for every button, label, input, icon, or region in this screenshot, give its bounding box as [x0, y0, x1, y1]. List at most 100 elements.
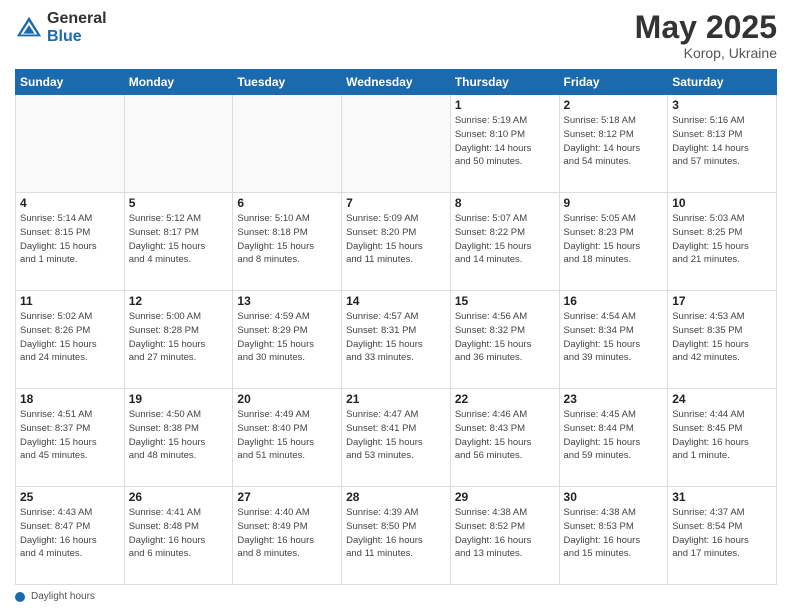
- day-info: Sunrise: 4:59 AM Sunset: 8:29 PM Dayligh…: [237, 310, 337, 365]
- day-info: Sunrise: 5:14 AM Sunset: 8:15 PM Dayligh…: [20, 212, 120, 267]
- col-thursday: Thursday: [450, 70, 559, 95]
- day-info: Sunrise: 5:16 AM Sunset: 8:13 PM Dayligh…: [672, 114, 772, 169]
- day-number: 15: [455, 294, 555, 308]
- logo-general-text: General: [47, 10, 107, 28]
- table-row: 27 Sunrise: 4:40 AM Sunset: 8:49 PM Dayli…: [233, 487, 342, 585]
- day-info: Sunrise: 5:12 AM Sunset: 8:17 PM Dayligh…: [129, 212, 229, 267]
- table-row: 1Sunrise: 5:19 AM Sunset: 8:10 PM Daylig…: [450, 95, 559, 193]
- day-info: Sunrise: 4:38 AM Sunset: 8:52 PM Dayligh…: [455, 506, 555, 561]
- calendar-header-row: Sunday Monday Tuesday Wednesday Thursday…: [16, 70, 777, 95]
- table-row: [16, 95, 125, 193]
- day-number: 24: [672, 392, 772, 406]
- day-info: Sunrise: 4:43 AM Sunset: 8:47 PM Dayligh…: [20, 506, 120, 561]
- day-number: 20: [237, 392, 337, 406]
- day-info: Sunrise: 4:51 AM Sunset: 8:37 PM Dayligh…: [20, 408, 120, 463]
- day-info: Sunrise: 4:40 AM Sunset: 8:49 PM Dayligh…: [237, 506, 337, 561]
- day-number: 5: [129, 196, 229, 210]
- footer-dot-icon: [15, 592, 25, 602]
- day-number: 22: [455, 392, 555, 406]
- footer-label: Daylight hours: [31, 591, 95, 602]
- day-info: Sunrise: 4:57 AM Sunset: 8:31 PM Dayligh…: [346, 310, 446, 365]
- calendar-title: May 2025: [635, 10, 777, 45]
- calendar-week-4: 18Sunrise: 4:51 AM Sunset: 8:37 PM Dayli…: [16, 389, 777, 487]
- table-row: 16 Sunrise: 4:54 AM Sunset: 8:34 PM Dayli…: [559, 291, 668, 389]
- calendar-week-3: 11Sunrise: 5:02 AM Sunset: 8:26 PM Dayli…: [16, 291, 777, 389]
- calendar-table: Sunday Monday Tuesday Wednesday Thursday…: [15, 69, 777, 585]
- day-number: 26: [129, 490, 229, 504]
- day-number: 3: [672, 98, 772, 112]
- logo-icon: [15, 14, 43, 42]
- day-number: 31: [672, 490, 772, 504]
- table-row: 7 Sunrise: 5:09 AM Sunset: 8:20 PM Daylig…: [342, 193, 451, 291]
- table-row: 20Sunrise: 4:49 AM Sunset: 8:40 PM Dayli…: [233, 389, 342, 487]
- calendar-location: Korop, Ukraine: [635, 45, 777, 61]
- day-number: 8: [455, 196, 555, 210]
- day-number: 14: [346, 294, 446, 308]
- table-row: 19Sunrise: 4:50 AM Sunset: 8:38 PM Dayli…: [124, 389, 233, 487]
- table-row: 10 Sunrise: 5:03 AM Sunset: 8:25 PM Dayli…: [668, 193, 777, 291]
- table-row: 28 Sunrise: 4:39 AM Sunset: 8:50 PM Dayli…: [342, 487, 451, 585]
- day-info: Sunrise: 4:53 AM Sunset: 8:35 PM Dayligh…: [672, 310, 772, 365]
- day-info: Sunrise: 4:45 AM Sunset: 8:44 PM Dayligh…: [564, 408, 664, 463]
- table-row: 22Sunrise: 4:46 AM Sunset: 8:43 PM Dayli…: [450, 389, 559, 487]
- day-info: Sunrise: 4:47 AM Sunset: 8:41 PM Dayligh…: [346, 408, 446, 463]
- table-row: [124, 95, 233, 193]
- table-row: 4 Sunrise: 5:14 AM Sunset: 8:15 PM Daylig…: [16, 193, 125, 291]
- day-number: 13: [237, 294, 337, 308]
- table-row: 15 Sunrise: 4:56 AM Sunset: 8:32 PM Dayli…: [450, 291, 559, 389]
- day-number: 29: [455, 490, 555, 504]
- logo-blue-text: Blue: [47, 28, 107, 46]
- day-number: 23: [564, 392, 664, 406]
- day-number: 16: [564, 294, 664, 308]
- day-number: 25: [20, 490, 120, 504]
- footer: Daylight hours: [15, 591, 777, 602]
- day-number: 7: [346, 196, 446, 210]
- day-info: Sunrise: 4:50 AM Sunset: 8:38 PM Dayligh…: [129, 408, 229, 463]
- col-sunday: Sunday: [16, 70, 125, 95]
- day-number: 9: [564, 196, 664, 210]
- day-number: 30: [564, 490, 664, 504]
- table-row: 5 Sunrise: 5:12 AM Sunset: 8:17 PM Daylig…: [124, 193, 233, 291]
- table-row: 8 Sunrise: 5:07 AM Sunset: 8:22 PM Daylig…: [450, 193, 559, 291]
- day-info: Sunrise: 5:09 AM Sunset: 8:20 PM Dayligh…: [346, 212, 446, 267]
- col-monday: Monday: [124, 70, 233, 95]
- day-number: 27: [237, 490, 337, 504]
- day-info: Sunrise: 5:03 AM Sunset: 8:25 PM Dayligh…: [672, 212, 772, 267]
- calendar-week-5: 25 Sunrise: 4:43 AM Sunset: 8:47 PM Dayli…: [16, 487, 777, 585]
- day-info: Sunrise: 4:39 AM Sunset: 8:50 PM Dayligh…: [346, 506, 446, 561]
- day-info: Sunrise: 4:41 AM Sunset: 8:48 PM Dayligh…: [129, 506, 229, 561]
- day-number: 1: [455, 98, 555, 112]
- day-number: 11: [20, 294, 120, 308]
- day-info: Sunrise: 5:10 AM Sunset: 8:18 PM Dayligh…: [237, 212, 337, 267]
- day-number: 12: [129, 294, 229, 308]
- table-row: [233, 95, 342, 193]
- day-info: Sunrise: 4:56 AM Sunset: 8:32 PM Dayligh…: [455, 310, 555, 365]
- day-info: Sunrise: 5:18 AM Sunset: 8:12 PM Dayligh…: [564, 114, 664, 169]
- table-row: 2 Sunrise: 5:18 AM Sunset: 8:12 PM Daylig…: [559, 95, 668, 193]
- logo: General Blue: [15, 10, 107, 45]
- day-info: Sunrise: 5:07 AM Sunset: 8:22 PM Dayligh…: [455, 212, 555, 267]
- table-row: 11Sunrise: 5:02 AM Sunset: 8:26 PM Dayli…: [16, 291, 125, 389]
- day-number: 10: [672, 196, 772, 210]
- table-row: 29 Sunrise: 4:38 AM Sunset: 8:52 PM Dayli…: [450, 487, 559, 585]
- table-row: 9Sunrise: 5:05 AM Sunset: 8:23 PM Daylig…: [559, 193, 668, 291]
- table-row: 31 Sunrise: 4:37 AM Sunset: 8:54 PM Dayli…: [668, 487, 777, 585]
- day-info: Sunrise: 5:00 AM Sunset: 8:28 PM Dayligh…: [129, 310, 229, 365]
- calendar-week-1: 1Sunrise: 5:19 AM Sunset: 8:10 PM Daylig…: [16, 95, 777, 193]
- page: General Blue May 2025 Korop, Ukraine Sun…: [0, 0, 792, 612]
- table-row: 21 Sunrise: 4:47 AM Sunset: 8:41 PM Dayli…: [342, 389, 451, 487]
- col-tuesday: Tuesday: [233, 70, 342, 95]
- day-number: 4: [20, 196, 120, 210]
- header: General Blue May 2025 Korop, Ukraine: [15, 10, 777, 61]
- day-info: Sunrise: 4:54 AM Sunset: 8:34 PM Dayligh…: [564, 310, 664, 365]
- logo-text: General Blue: [47, 10, 107, 45]
- day-number: 6: [237, 196, 337, 210]
- table-row: 14 Sunrise: 4:57 AM Sunset: 8:31 PM Dayli…: [342, 291, 451, 389]
- day-number: 21: [346, 392, 446, 406]
- day-info: Sunrise: 4:37 AM Sunset: 8:54 PM Dayligh…: [672, 506, 772, 561]
- day-number: 2: [564, 98, 664, 112]
- table-row: 24Sunrise: 4:44 AM Sunset: 8:45 PM Dayli…: [668, 389, 777, 487]
- col-saturday: Saturday: [668, 70, 777, 95]
- day-number: 28: [346, 490, 446, 504]
- day-info: Sunrise: 4:38 AM Sunset: 8:53 PM Dayligh…: [564, 506, 664, 561]
